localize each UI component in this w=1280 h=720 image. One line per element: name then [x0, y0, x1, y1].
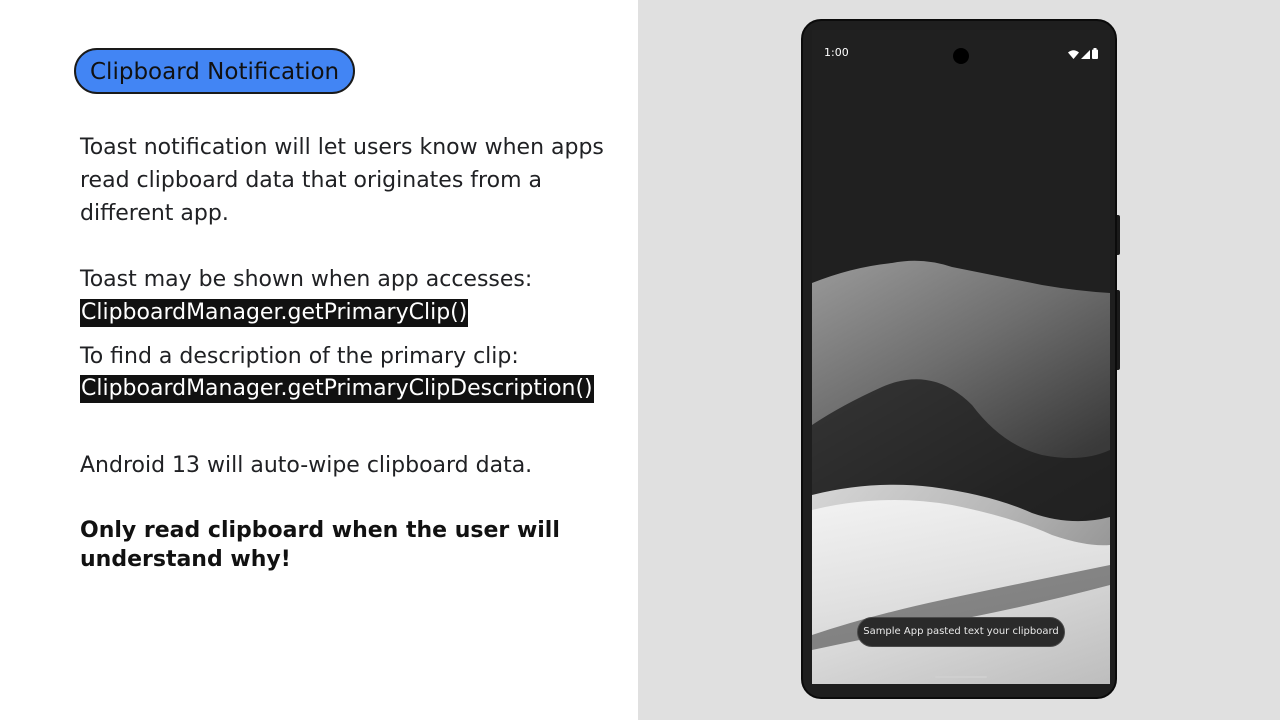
slide: Clipboard Notification Toast notificatio…: [0, 0, 1280, 720]
home-indicator[interactable]: [935, 676, 987, 678]
camera-cutout: [953, 48, 969, 64]
slide-title: Clipboard Notification: [74, 48, 356, 94]
access-intro: Toast may be shown when app accesses:: [80, 267, 533, 292]
cellular-signal-icon: [1081, 50, 1090, 59]
battery-icon: [1092, 48, 1098, 59]
code-get-primary-clip: ClipboardManager.getPrimaryClip(): [80, 299, 469, 327]
wifi-icon: [1068, 50, 1079, 59]
auto-wipe-note: Android 13 will auto-wipe clipboard data…: [80, 453, 533, 478]
phone-mockup: 1:00 Sample App pasted text your clipboa…: [801, 19, 1117, 699]
status-time: 1:00: [824, 46, 849, 59]
code-get-primary-clip-description: ClipboardManager.getPrimaryClipDescripti…: [80, 375, 594, 403]
emphasis-note: Only read clipboard when the user will u…: [80, 518, 560, 572]
clipboard-toast: Sample App pasted text your clipboard: [857, 617, 1065, 647]
text-panel: Clipboard Notification Toast notificatio…: [0, 0, 638, 720]
toast-description: Toast notification will let users know w…: [80, 135, 604, 226]
status-icons: [1068, 48, 1098, 59]
description-intro: To find a description of the primary cli…: [80, 344, 519, 369]
phone-screen: 1:00 Sample App pasted text your clipboa…: [812, 30, 1110, 684]
